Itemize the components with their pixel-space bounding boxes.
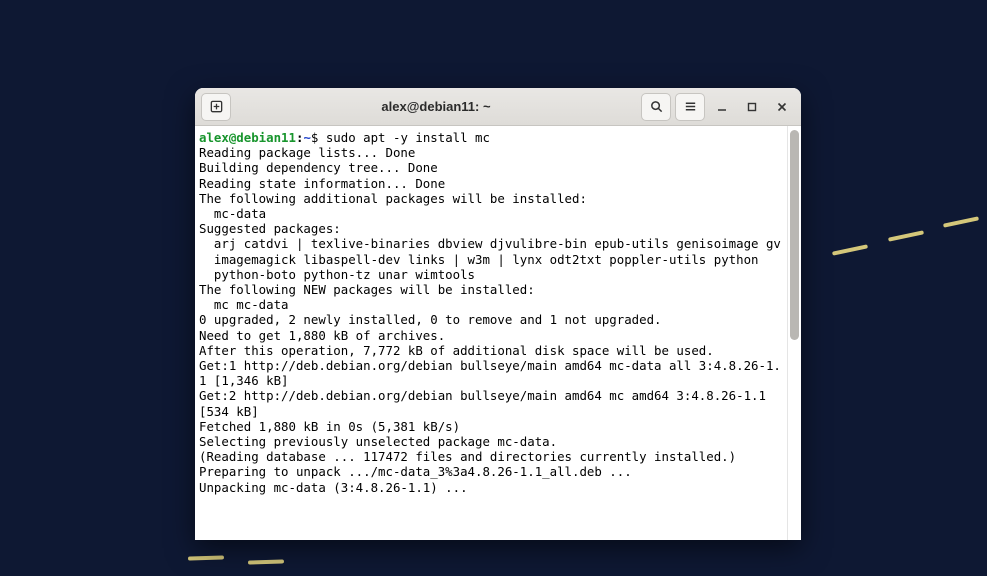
bg-dash xyxy=(832,244,868,255)
prompt-cmd: sudo apt -y install mc xyxy=(326,130,490,145)
prompt-dollar: $ xyxy=(311,130,326,145)
prompt-user: alex@debian11 xyxy=(199,130,296,145)
terminal-line: Suggested packages: xyxy=(199,221,341,236)
terminal-line: Reading state information... Done xyxy=(199,176,445,191)
terminal-window: alex@debian11: ~ xyxy=(195,88,801,540)
terminal-line: The following additional packages will b… xyxy=(199,191,587,206)
bg-dash xyxy=(888,230,924,241)
scrollbar[interactable] xyxy=(787,126,801,540)
minimize-button[interactable] xyxy=(709,94,735,120)
bg-dash xyxy=(248,559,284,564)
titlebar[interactable]: alex@debian11: ~ xyxy=(195,88,801,126)
new-tab-button[interactable] xyxy=(201,93,231,121)
menu-button[interactable] xyxy=(675,93,705,121)
terminal-line: mc-data xyxy=(199,206,266,221)
terminal-line: Fetched 1,880 kB in 0s (5,381 kB/s) xyxy=(199,419,460,434)
bg-dash xyxy=(943,216,979,227)
close-icon xyxy=(776,101,788,113)
new-tab-icon xyxy=(209,99,224,114)
terminal-line: (Reading database ... 117472 files and d… xyxy=(199,449,736,464)
terminal-line: The following NEW packages will be insta… xyxy=(199,282,535,297)
minimize-icon xyxy=(716,101,728,113)
terminal-line: After this operation, 7,772 kB of additi… xyxy=(199,343,714,358)
maximize-icon xyxy=(746,101,758,113)
maximize-button[interactable] xyxy=(739,94,765,120)
terminal-line: mc mc-data xyxy=(199,297,289,312)
terminal-output[interactable]: alex@debian11:~$ sudo apt -y install mc … xyxy=(195,126,787,540)
search-icon xyxy=(649,99,664,114)
scrollbar-thumb[interactable] xyxy=(790,130,799,340)
terminal-line: Get:2 http://deb.debian.org/debian bulls… xyxy=(199,388,773,418)
terminal-line: Need to get 1,880 kB of archives. xyxy=(199,328,445,343)
terminal-line: Preparing to unpack .../mc-data_3%3a4.8.… xyxy=(199,464,632,479)
titlebar-right xyxy=(641,93,795,121)
window-title: alex@debian11: ~ xyxy=(235,99,637,114)
hamburger-icon xyxy=(683,99,698,114)
terminal-line: arj catdvi | texlive-binaries dbview djv… xyxy=(199,236,781,251)
terminal-line: imagemagick libaspell-dev links | w3m | … xyxy=(199,252,759,267)
terminal-line: python-boto python-tz unar wimtools xyxy=(199,267,475,282)
bg-dash xyxy=(188,555,224,560)
terminal-line: Selecting previously unselected package … xyxy=(199,434,557,449)
close-button[interactable] xyxy=(769,94,795,120)
terminal-body: alex@debian11:~$ sudo apt -y install mc … xyxy=(195,126,801,540)
search-button[interactable] xyxy=(641,93,671,121)
terminal-line: Reading package lists... Done xyxy=(199,145,415,160)
terminal-line: Building dependency tree... Done xyxy=(199,160,438,175)
terminal-line: Get:1 http://deb.debian.org/debian bulls… xyxy=(199,358,781,388)
prompt-path: ~ xyxy=(303,130,310,145)
terminal-line: 0 upgraded, 2 newly installed, 0 to remo… xyxy=(199,312,662,327)
terminal-line: Unpacking mc-data (3:4.8.26-1.1) ... xyxy=(199,480,468,495)
